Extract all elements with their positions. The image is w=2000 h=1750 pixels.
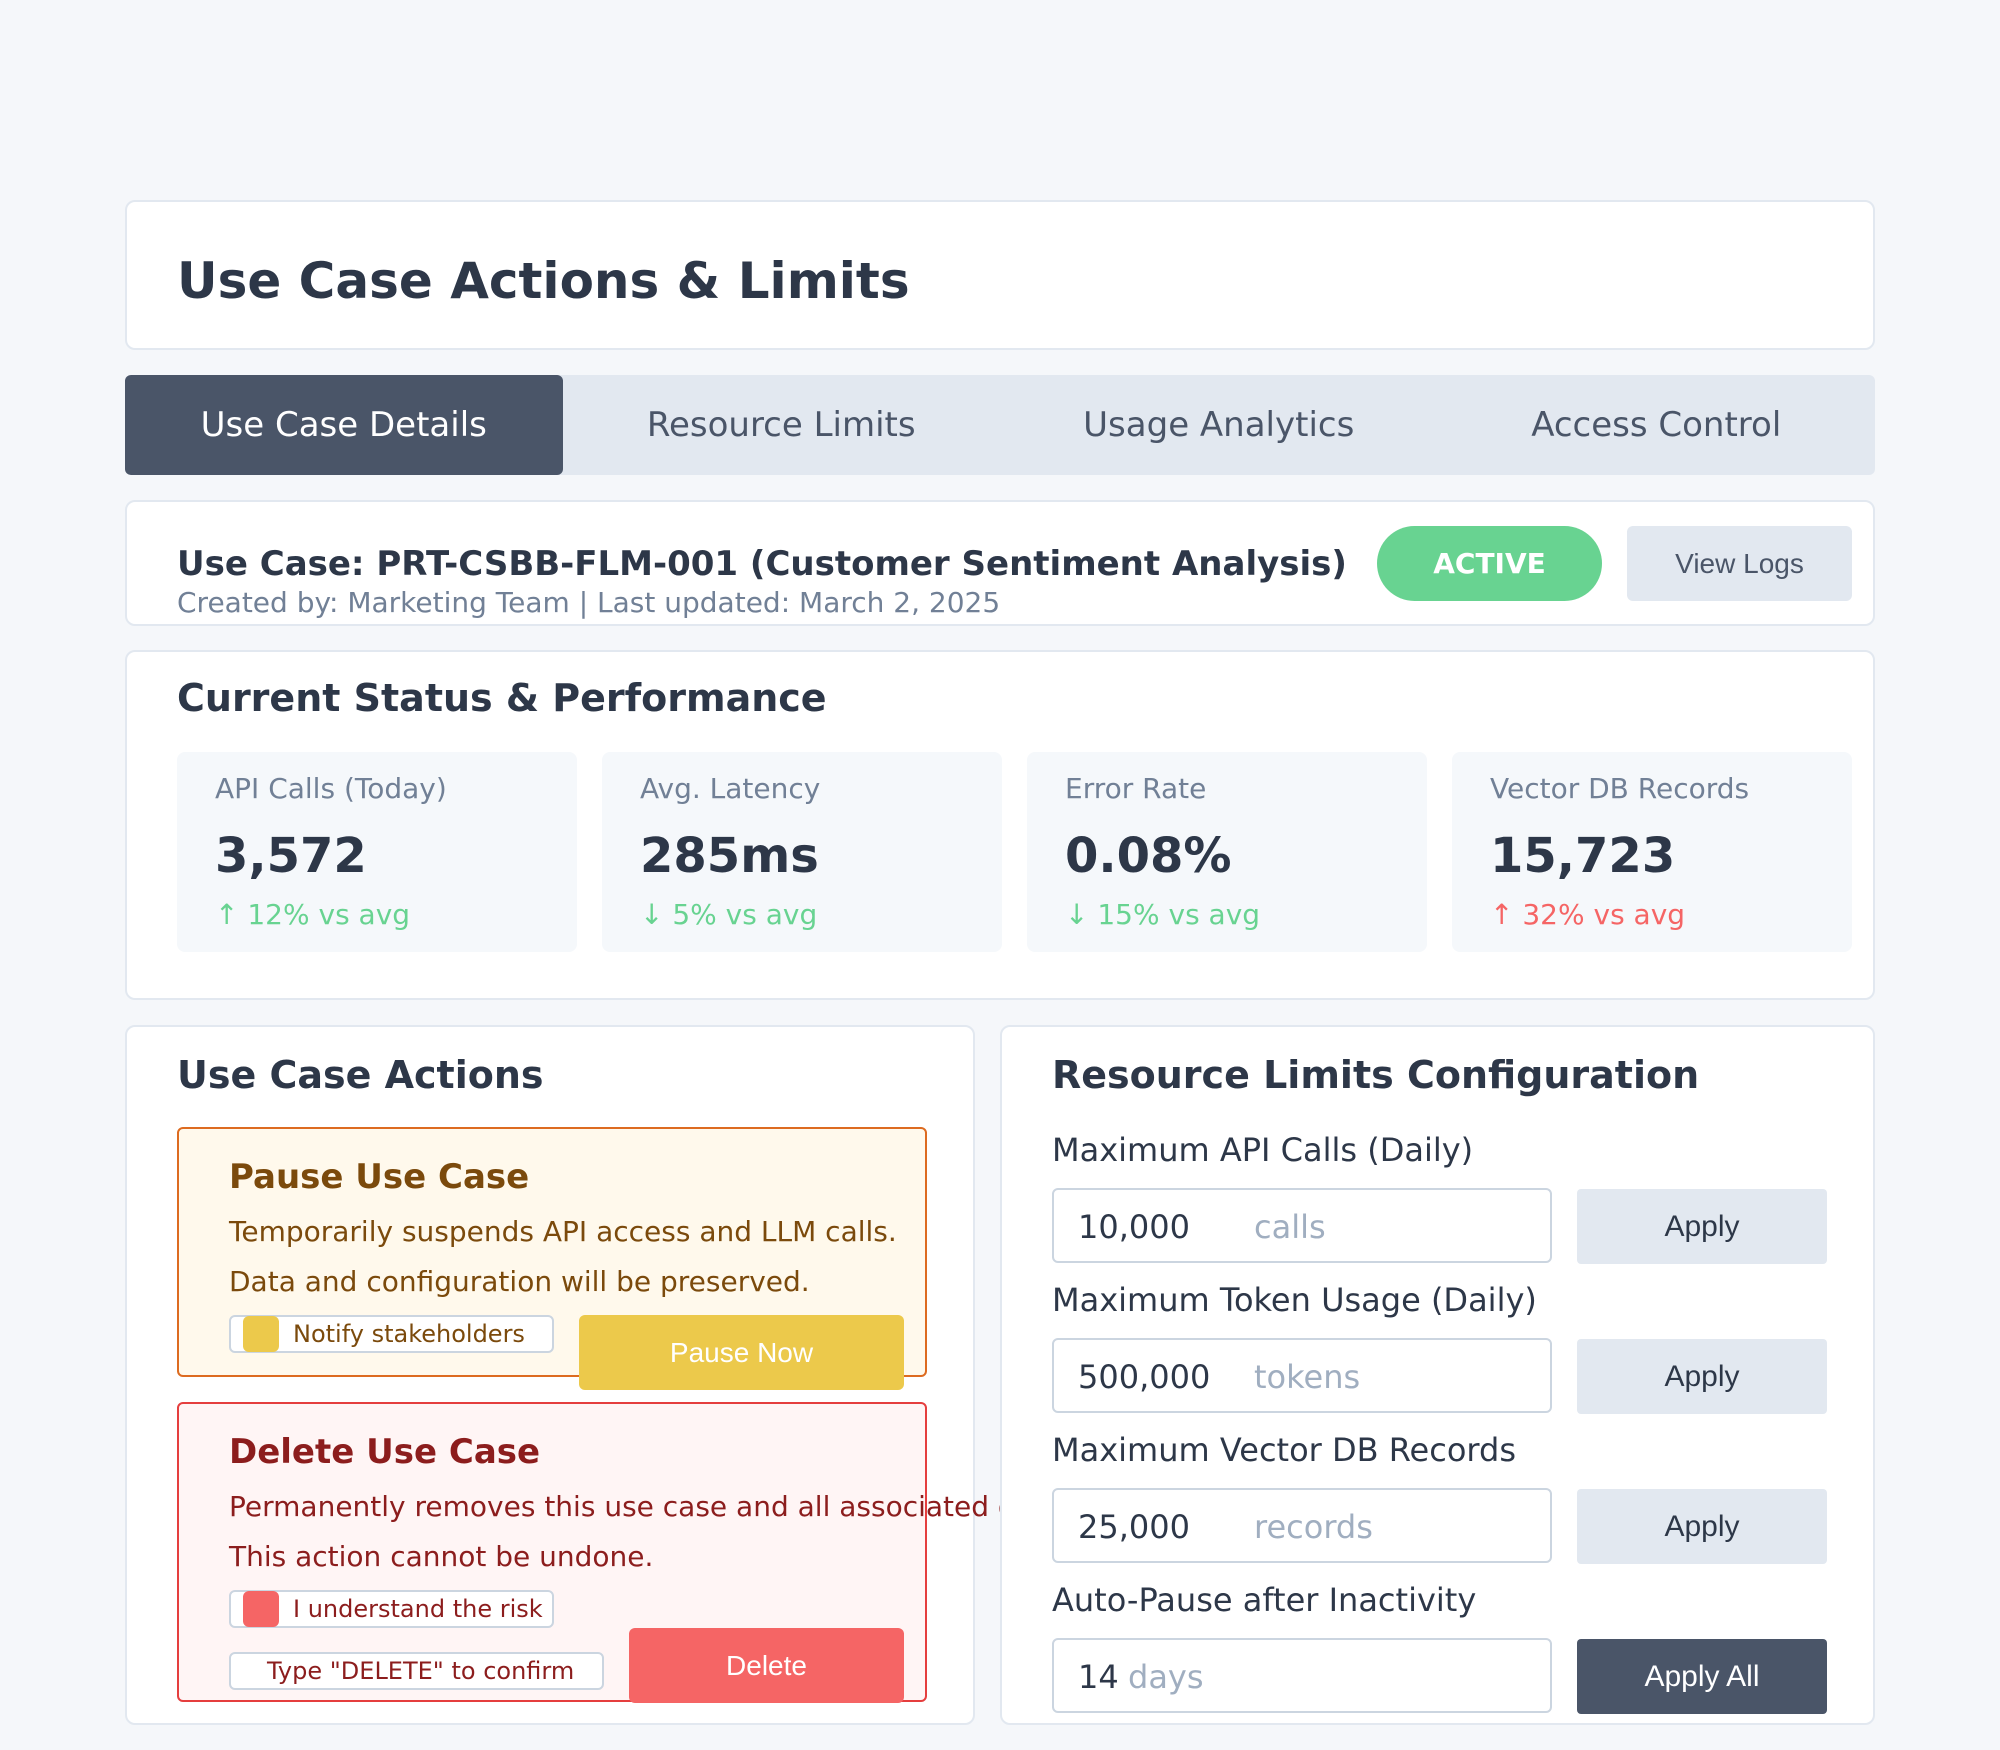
delete-title: Delete Use Case (229, 1432, 541, 1472)
metric-label: Vector DB Records (1490, 772, 1750, 805)
notify-stakeholders-checkbox[interactable]: Notify stakeholders (229, 1315, 554, 1353)
checkbox-label: I understand the risk (293, 1595, 543, 1623)
page-title: Use Case Actions & Limits (177, 252, 910, 310)
metric-value: 285ms (640, 828, 819, 884)
tab-resource-limits[interactable]: Resource Limits (563, 375, 1001, 475)
field-unit: calls (1254, 1208, 1326, 1246)
max-api-calls-label: Maximum API Calls (Daily) (1052, 1131, 1474, 1169)
status-performance-card: Current Status & Performance API Calls (… (125, 650, 1875, 1000)
metric-label: API Calls (Today) (215, 772, 447, 805)
field-unit: records (1254, 1508, 1373, 1546)
metric-card-vector-db: Vector DB Records 15,723 ↑ 32% vs avg (1452, 752, 1852, 952)
resource-limits-card: Resource Limits Configuration Maximum AP… (1000, 1025, 1875, 1725)
metric-card-error-rate: Error Rate 0.08% ↓ 15% vs avg (1027, 752, 1427, 952)
pause-use-case-panel: Pause Use Case Temporarily suspends API … (177, 1127, 927, 1390)
metric-card-latency: Avg. Latency 285ms ↓ 5% vs avg (602, 752, 1002, 952)
apply-api-calls-button[interactable]: Apply (1577, 1189, 1827, 1264)
apply-all-button[interactable]: Apply All (1577, 1639, 1827, 1714)
status-badge: ACTIVE (1377, 526, 1602, 601)
field-value[interactable]: 14 (1078, 1658, 1119, 1696)
max-api-calls-input[interactable]: 10,000 calls (1052, 1188, 1552, 1263)
metric-value: 3,572 (215, 828, 367, 884)
view-logs-button[interactable]: View Logs (1627, 526, 1852, 601)
delete-confirm-input[interactable]: Type "DELETE" to confirm (229, 1652, 604, 1690)
auto-pause-input[interactable]: 14 days (1052, 1638, 1552, 1713)
page-header: Use Case Actions & Limits (125, 200, 1875, 350)
tab-usage-analytics[interactable]: Usage Analytics (1000, 375, 1438, 475)
metric-change: ↓ 5% vs avg (640, 898, 818, 931)
tab-access-control[interactable]: Access Control (1438, 375, 1876, 475)
pause-now-button[interactable]: Pause Now (579, 1315, 904, 1390)
field-value[interactable]: 500,000 (1078, 1358, 1210, 1396)
use-case-info-card: Use Case: PRT-CSBB-FLM-001 (Customer Sen… (125, 500, 1875, 626)
metric-change: ↑ 32% vs avg (1490, 898, 1686, 931)
auto-pause-label: Auto-Pause after Inactivity (1052, 1581, 1477, 1619)
delete-use-case-panel: Delete Use Case Permanently removes this… (177, 1402, 1070, 1703)
pause-title: Pause Use Case (229, 1157, 530, 1197)
pause-description-line2: Data and configuration will be preserved… (229, 1265, 810, 1298)
field-unit: tokens (1254, 1358, 1361, 1396)
metric-label: Error Rate (1065, 772, 1207, 805)
checkbox-label: Notify stakeholders (293, 1320, 525, 1348)
max-token-usage-label: Maximum Token Usage (Daily) (1052, 1281, 1537, 1319)
field-value[interactable]: 25,000 (1078, 1508, 1190, 1546)
checkbox-icon[interactable] (243, 1316, 279, 1352)
use-case-title: Use Case: PRT-CSBB-FLM-001 (Customer Sen… (177, 544, 1347, 584)
apply-token-usage-button[interactable]: Apply (1577, 1339, 1827, 1414)
understand-risk-checkbox[interactable]: I understand the risk (229, 1590, 554, 1628)
metric-value: 15,723 (1490, 828, 1676, 884)
use-case-actions-card: Use Case Actions Pause Use Case Temporar… (125, 1025, 1070, 1725)
delete-button[interactable]: Delete (629, 1628, 904, 1703)
apply-vector-records-button[interactable]: Apply (1577, 1489, 1827, 1564)
metric-label: Avg. Latency (640, 772, 821, 805)
field-unit: days (1128, 1658, 1204, 1696)
use-case-meta: Created by: Marketing Team | Last update… (177, 586, 1001, 619)
metric-card-api-calls: API Calls (Today) 3,572 ↑ 12% vs avg (177, 752, 577, 952)
pause-description-line1: Temporarily suspends API access and LLM … (229, 1215, 897, 1248)
status-section-title: Current Status & Performance (177, 676, 827, 720)
delete-description-line2: This action cannot be undone. (229, 1540, 654, 1573)
checkbox-icon[interactable] (243, 1591, 279, 1627)
max-vector-records-input[interactable]: 25,000 records (1052, 1488, 1552, 1563)
tab-bar: Use Case Details Resource Limits Usage A… (125, 375, 1875, 475)
metric-change: ↓ 15% vs avg (1065, 898, 1261, 931)
limits-section-title: Resource Limits Configuration (1052, 1053, 1700, 1097)
delete-description-line1: Permanently removes this use case and al… (229, 1490, 1070, 1523)
field-value[interactable]: 10,000 (1078, 1208, 1190, 1246)
metric-change: ↑ 12% vs avg (215, 898, 411, 931)
max-vector-records-label: Maximum Vector DB Records (1052, 1431, 1516, 1469)
metric-value: 0.08% (1065, 828, 1232, 884)
tab-use-case-details[interactable]: Use Case Details (125, 375, 563, 475)
max-token-usage-input[interactable]: 500,000 tokens (1052, 1338, 1552, 1413)
actions-section-title: Use Case Actions (177, 1053, 544, 1097)
